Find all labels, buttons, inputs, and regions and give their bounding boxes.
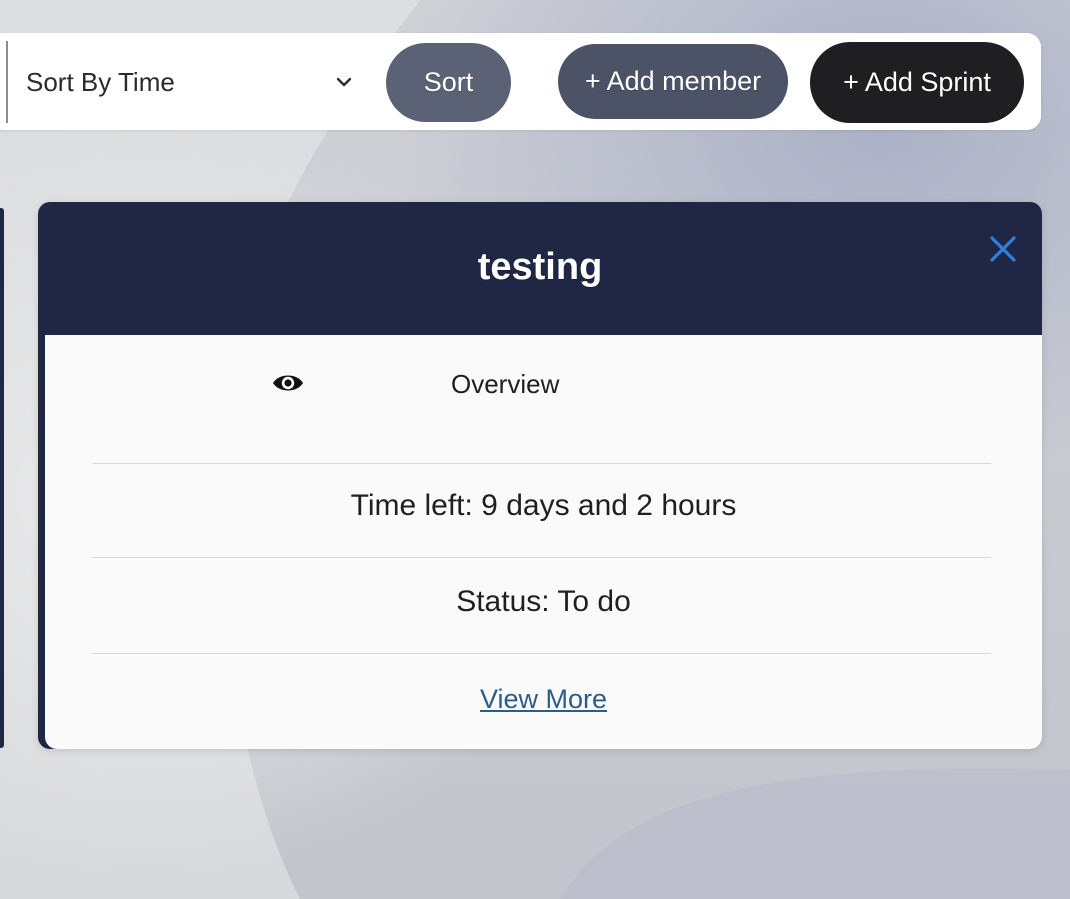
add-sprint-button[interactable]: + Add Sprint bbox=[810, 42, 1024, 123]
divider bbox=[93, 653, 991, 654]
sort-select[interactable]: Sort By Time bbox=[6, 41, 368, 123]
previous-card-edge bbox=[0, 208, 4, 748]
sort-select-value: Sort By Time bbox=[26, 66, 175, 97]
add-member-button[interactable]: + Add member bbox=[558, 44, 788, 119]
chevron-down-icon bbox=[334, 72, 354, 92]
divider bbox=[93, 463, 991, 464]
divider bbox=[93, 557, 991, 558]
overview-label[interactable]: Overview bbox=[451, 369, 559, 400]
eye-icon[interactable] bbox=[271, 370, 305, 396]
sort-button[interactable]: Sort bbox=[386, 43, 511, 122]
view-more-link[interactable]: View More bbox=[45, 684, 1042, 715]
sprint-card: testing Overview Time left: 9 days and 2… bbox=[38, 202, 1042, 749]
close-icon[interactable] bbox=[986, 232, 1020, 266]
card-body: Overview Time left: 9 days and 2 hours S… bbox=[45, 335, 1042, 749]
card-header: testing bbox=[38, 202, 1042, 335]
toolbar: Sort By Time Sort + Add member + Add Spr… bbox=[0, 33, 1041, 130]
status-text: Status: To do bbox=[456, 585, 631, 618]
card-title: testing bbox=[477, 245, 603, 288]
time-left-text: Time left: 9 days and 2 hours bbox=[350, 489, 737, 522]
